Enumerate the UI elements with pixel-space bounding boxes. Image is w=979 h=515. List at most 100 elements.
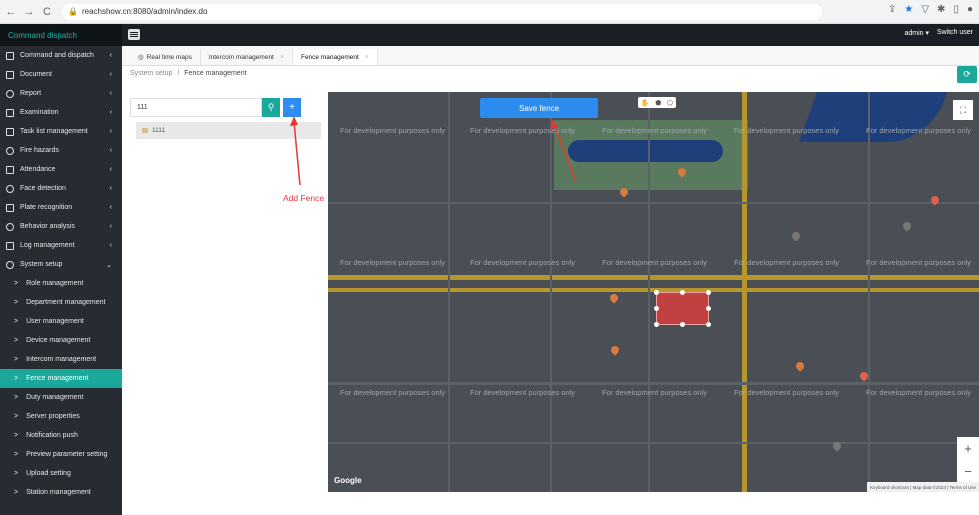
switch-user-link[interactable]: Switch user — [937, 29, 973, 36]
save-annotation-arrow — [550, 119, 577, 183]
save-fence-button[interactable]: Save fence — [480, 98, 598, 118]
folder-icon — [6, 70, 14, 79]
sidebar-item-fire-hazards[interactable]: Fire hazards ‹ — [0, 141, 122, 160]
sidebar-subitem-label: Department management — [26, 299, 106, 306]
sidebar-item-task-list[interactable]: Task list management ‹ — [0, 122, 122, 141]
sidebar-subitem-server-properties[interactable]: > Server properties — [0, 407, 122, 426]
google-logo: Google — [334, 476, 362, 485]
breadcrumb: System setup / Fence management — [130, 70, 247, 77]
browser-toolbar: ← → C 🔒 reachshow.cn:8080/admin/index.do… — [0, 0, 979, 24]
tab-real-time-maps[interactable]: ◎ Real time maps — [130, 49, 201, 65]
user-menu[interactable]: admin ▾ — [904, 29, 929, 37]
close-icon[interactable]: × — [280, 54, 284, 61]
sidebar-item-report[interactable]: Report ‹ — [0, 84, 122, 103]
chevron-left-icon: ‹ — [109, 52, 112, 59]
sidebar-subitem-duty-management[interactable]: > Duty management — [0, 388, 122, 407]
sidebar-subitem-preview-parameter[interactable]: > Preview parameter setting — [0, 445, 122, 464]
chevron-right-icon: > — [14, 470, 19, 477]
polygon-draw-icon[interactable]: ⬟ — [655, 99, 661, 107]
sidebar-subitem-user-management[interactable]: > User management — [0, 312, 122, 331]
url-text: reachshow.cn:8080/admin/index.do — [81, 7, 208, 16]
sidebar-subitem-department-management[interactable]: > Department management — [0, 293, 122, 312]
sidebar-item-label: Examination — [20, 109, 59, 116]
sidebar-item-behavior-analysis[interactable]: Behavior analysis ‹ — [0, 217, 122, 236]
breadcrumb-current: Fence management — [184, 70, 247, 77]
back-icon[interactable]: ← — [4, 6, 18, 18]
tab-bar: ◎ Real time maps Intercom management × Fen… — [122, 46, 979, 66]
zoom-out-button[interactable]: − — [964, 464, 972, 479]
sidebar-item-examination[interactable]: Examination ‹ — [0, 103, 122, 122]
sidebar-subitem-device-management[interactable]: > Device management — [0, 331, 122, 350]
sidebar-subitem-label: Station management — [26, 489, 91, 496]
breadcrumb-parent[interactable]: System setup — [130, 70, 172, 77]
calendar-icon — [6, 165, 14, 174]
chevron-left-icon: ‹ — [109, 71, 112, 78]
sidebar-item-label: Task list management — [20, 128, 88, 135]
sidebar-subitem-label: Duty management — [26, 394, 84, 401]
lock-icon: 🔒 — [68, 7, 78, 16]
sidebar-subitem-role-management[interactable]: > Role management — [0, 274, 122, 293]
close-icon[interactable]: × — [365, 54, 369, 61]
fence-list-item[interactable]: 1111 — [136, 122, 321, 139]
tab-label: Intercom management — [208, 53, 274, 61]
sidebar-subitem-label: Server properties — [26, 413, 80, 420]
sidebar-item-label: Face detection — [20, 185, 66, 192]
share-icon[interactable]: ⇪ — [888, 4, 896, 15]
refresh-icon: ⟳ — [963, 69, 971, 79]
bookmark-star-icon[interactable]: ★ — [904, 4, 913, 15]
shape-icon[interactable]: ⬠ — [667, 99, 673, 107]
sidebar-subitem-station-management[interactable]: > Station management — [0, 483, 122, 502]
sidebar-item-face-detection[interactable]: Face detection ‹ — [0, 179, 122, 198]
plus-icon: + — [289, 102, 295, 113]
chevron-left-icon: ‹ — [109, 109, 112, 116]
location-icon: ◎ — [138, 54, 144, 61]
search-input[interactable]: 111 — [130, 98, 262, 117]
tab-label: Real time maps — [146, 53, 192, 61]
address-bar[interactable]: 🔒 reachshow.cn:8080/admin/index.do — [62, 3, 822, 20]
list-icon — [6, 127, 14, 136]
profile-icon[interactable]: ● — [967, 4, 973, 15]
chevron-right-icon: > — [14, 394, 19, 401]
chevron-right-icon: > — [14, 375, 19, 382]
add-fence-button[interactable]: + — [283, 98, 301, 117]
chevron-left-icon: ‹ — [109, 223, 112, 230]
forward-icon[interactable]: → — [22, 6, 36, 18]
chevron-left-icon: ‹ — [109, 185, 112, 192]
sidebar-item-label: Document — [20, 71, 52, 78]
sidebar-subitem-notification-push[interactable]: > Notification push — [0, 426, 122, 445]
gear-icon — [6, 260, 14, 269]
sidebar-item-label: Report — [20, 90, 42, 97]
sidebar-item-label: Behavior analysis — [20, 223, 75, 230]
refresh-button[interactable]: ⟳ — [957, 66, 977, 83]
map-tool-group: ✋ ⬟ ⬠ — [638, 97, 676, 108]
sidebar-item-attendance[interactable]: Attendance ‹ — [0, 160, 122, 179]
tab-fence-management[interactable]: Fence management × — [292, 49, 378, 65]
fence-list-item-label: 1111 — [152, 127, 166, 134]
sidebar-subitem-label: Notification push — [26, 432, 78, 439]
sidebar-item-plate-recognition[interactable]: Plate recognition ‹ — [0, 198, 122, 217]
sidebar-item-command-dispatch[interactable]: Command and dispatch ‹ — [0, 46, 122, 65]
sidepanel-icon[interactable]: ▯ — [953, 4, 959, 15]
fullscreen-button[interactable]: ⛶ — [953, 100, 973, 120]
tab-intercom-management[interactable]: Intercom management × — [201, 49, 293, 65]
chevron-left-icon: ‹ — [109, 90, 112, 97]
reload-icon[interactable]: C — [40, 6, 54, 18]
chevron-right-icon: > — [14, 318, 19, 325]
zoom-in-button[interactable]: + — [964, 441, 972, 456]
menu-toggle-icon[interactable] — [128, 29, 140, 40]
map-canvas[interactable]: For development purposes only For develo… — [328, 92, 979, 492]
sidebar-item-log-management[interactable]: Log management ‹ — [0, 236, 122, 255]
hand-icon[interactable]: ✋ — [641, 99, 650, 107]
sidebar-subitem-intercom-management[interactable]: > Intercom management — [0, 350, 122, 369]
sidebar-subitem-upload-setting[interactable]: > Upload setting — [0, 464, 122, 483]
chevron-left-icon: ‹ — [109, 204, 112, 211]
chevron-right-icon: > — [14, 432, 19, 439]
zoom-controls: + − — [957, 437, 979, 483]
sidebar-item-document[interactable]: Document ‹ — [0, 65, 122, 84]
search-button[interactable]: ⚲ — [262, 98, 280, 117]
puzzle-icon[interactable]: ✱ — [937, 4, 945, 15]
extension-icon[interactable]: ▽ — [921, 4, 929, 15]
sidebar-subitem-fence-management[interactable]: > Fence management — [0, 369, 122, 388]
sidebar-item-system-setup[interactable]: System setup ⌄ — [0, 255, 122, 274]
folder-icon — [142, 128, 148, 133]
